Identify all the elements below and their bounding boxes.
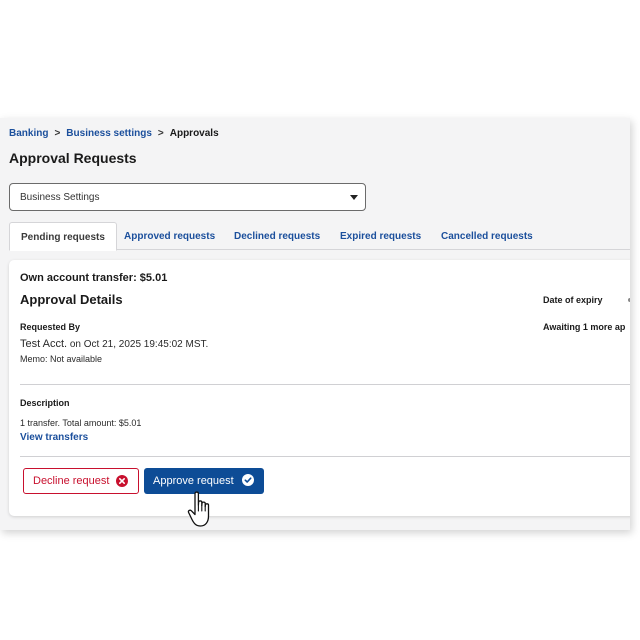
memo: Memo: Not available (20, 354, 103, 364)
decline-button-label: Decline request (33, 475, 110, 487)
check-circle-icon (242, 474, 254, 486)
x-circle-icon (116, 475, 128, 487)
requested-on: on Oct 21, 2025 19:45:02 MST. (69, 339, 209, 350)
tab-approved-requests[interactable]: Approved requests (124, 222, 215, 250)
divider (20, 384, 630, 385)
account-select-value: Business Settings (20, 192, 100, 203)
breadcrumb-business-settings[interactable]: Business settings (66, 128, 152, 139)
breadcrumb: Banking > Business settings > Approvals (9, 128, 219, 139)
decline-request-button[interactable]: Decline request (23, 468, 139, 494)
tab-expired-requests[interactable]: Expired requests (340, 222, 421, 250)
divider (20, 456, 630, 457)
view-transfers-link[interactable]: View transfers (20, 432, 88, 443)
approval-status: Awaiting 1 more ap (543, 322, 626, 332)
expiry-label: Date of expiry (543, 295, 603, 305)
expiry-indicator-icon (628, 298, 630, 302)
account-select[interactable]: Business Settings (9, 183, 366, 211)
breadcrumb-separator: > (157, 128, 164, 139)
breadcrumb-current: Approvals (169, 128, 219, 139)
approvals-panel: Banking > Business settings > Approvals Appr… (0, 118, 630, 530)
request-tabs: Pending requests Approved requests Decli… (9, 222, 630, 251)
tab-pending-requests[interactable]: Pending requests (9, 222, 117, 251)
approval-details-heading: Approval Details (20, 292, 123, 307)
request-title: Own account transfer: $5.01 (20, 272, 168, 284)
breadcrumb-banking[interactable]: Banking (9, 128, 48, 139)
page-title: Approval Requests (9, 150, 137, 166)
breadcrumb-separator: > (54, 128, 61, 139)
requester-name: Test Acct. (20, 338, 68, 350)
description-text: 1 transfer. Total amount: $5.01 (20, 418, 142, 428)
description-label: Description (20, 398, 70, 408)
tab-declined-requests[interactable]: Declined requests (234, 222, 320, 250)
requester-info: Test Acct. on Oct 21, 2025 19:45:02 MST. (20, 338, 208, 350)
approve-button-label: Approve request (153, 475, 234, 487)
caret-down-icon (350, 195, 358, 200)
requested-by-label: Requested By (20, 322, 81, 332)
tab-cancelled-requests[interactable]: Cancelled requests (441, 222, 533, 250)
hand-pointer-icon (187, 491, 210, 527)
approval-request-card: Own account transfer: $5.01 Approval Det… (9, 260, 630, 516)
